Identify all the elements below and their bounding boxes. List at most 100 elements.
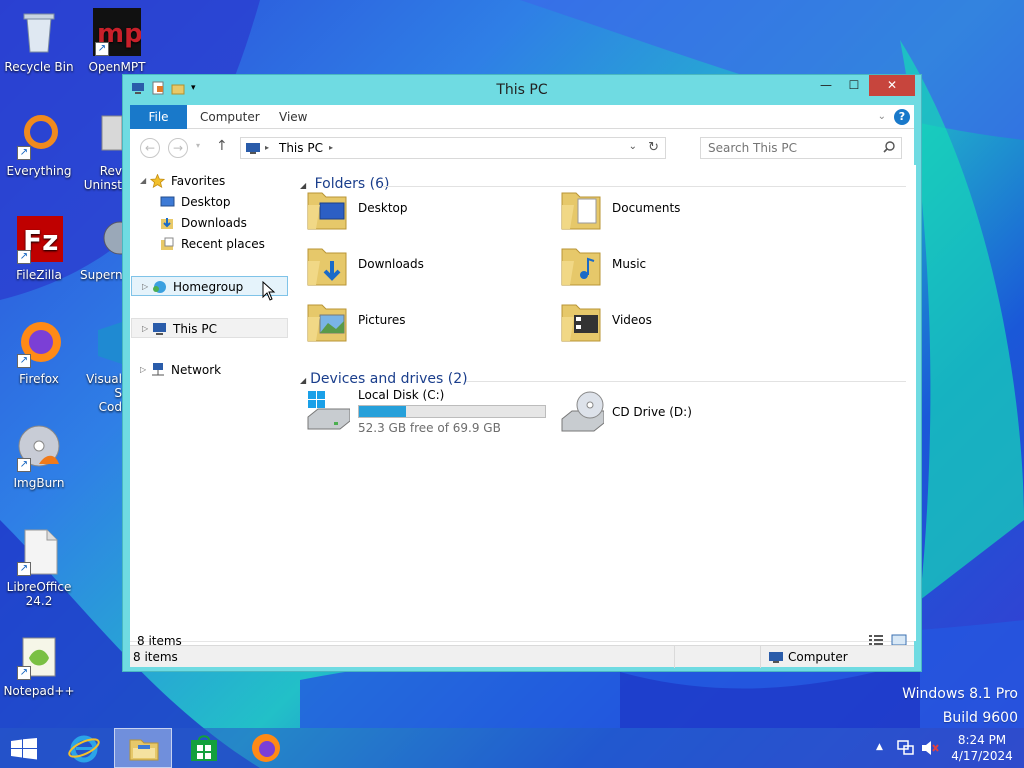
title-bar[interactable]: ▾ This PC — ☐ ✕: [123, 75, 921, 105]
show-hidden-icons-icon[interactable]: ▲: [876, 742, 883, 752]
drive-usage-bar: [358, 405, 546, 418]
group-header-devices[interactable]: ◢ Devices and drives (2): [300, 371, 468, 387]
search-box[interactable]: [700, 137, 902, 159]
mouse-cursor-icon: [262, 281, 276, 301]
drive-name: CD Drive (D:): [612, 405, 692, 419]
clock-time: 8:24 PM: [957, 733, 1007, 747]
shortcut-arrow-icon: ↗: [17, 458, 31, 472]
imgburn-icon: ↗: [15, 424, 63, 472]
folder-tile-desktop[interactable]: Desktop: [306, 185, 546, 237]
volume-muted-icon[interactable]: [921, 740, 939, 759]
status-bar: 8 items Computer: [130, 645, 914, 668]
desktop-icon-filezilla[interactable]: Fz ↗ FileZilla: [1, 216, 77, 282]
pictures-folder-icon: [307, 304, 347, 342]
this-pc-icon: [245, 142, 261, 158]
taskbar-internet-explorer[interactable]: [56, 728, 112, 768]
tab-file[interactable]: File: [130, 105, 187, 129]
everything-icon: ↗: [15, 112, 63, 160]
status-divider: [674, 646, 675, 668]
collapse-arrow-icon[interactable]: ◢: [140, 171, 146, 191]
this-pc-icon: [152, 322, 167, 336]
desktop-icon-supernova[interactable]: Supern: [80, 216, 122, 282]
nav-recent-places[interactable]: Recent places: [130, 234, 287, 254]
nav-desktop[interactable]: Desktop: [130, 192, 287, 212]
tab-computer[interactable]: Computer: [200, 105, 260, 129]
explorer-window: ▾ This PC — ☐ ✕ File Computer View ⌄ ? ←…: [122, 74, 922, 672]
recent-locations-icon[interactable]: ▾: [196, 141, 200, 150]
shortcut-arrow-icon: ↗: [95, 42, 109, 56]
desktop-icon-libreoffice[interactable]: ↗ LibreOffice 24.2: [1, 528, 77, 608]
breadcrumb-chevron-icon[interactable]: ▸: [329, 143, 333, 152]
vscode-icon: [94, 320, 122, 368]
file-explorer-icon: [129, 739, 159, 761]
folder-tile-music[interactable]: Music: [560, 241, 800, 293]
desktop-icon-revo[interactable]: Rev Uninst: [80, 112, 122, 192]
filezilla-icon: Fz ↗: [15, 216, 63, 264]
nav-network[interactable]: ▷ Network: [130, 360, 287, 380]
desktop-icon-openmpt[interactable]: mp ↗ OpenMPT: [79, 8, 155, 74]
homegroup-icon: [152, 280, 167, 294]
start-button[interactable]: [0, 728, 56, 768]
expand-arrow-icon[interactable]: ▷: [142, 319, 148, 339]
desktop-folder-icon: [307, 192, 347, 230]
recent-places-icon: [160, 237, 175, 251]
firefox-icon: [252, 734, 280, 762]
folder-tile-pictures[interactable]: Pictures: [306, 297, 546, 349]
expand-arrow-icon[interactable]: ▷: [142, 277, 148, 297]
address-dropdown-icon[interactable]: ⌄: [629, 141, 637, 152]
folder-tile-videos[interactable]: Videos: [560, 297, 800, 349]
drive-name: Local Disk (C:): [358, 388, 445, 402]
clock[interactable]: 8:24 PM 4/17/2024: [946, 732, 1018, 764]
watermark-build: Build 9600: [942, 710, 1018, 726]
drive-tile-cd-drive[interactable]: CD Drive (D:): [560, 389, 800, 441]
videos-folder-icon: [561, 304, 601, 342]
drive-tile-local-disk[interactable]: Local Disk (C:) 52.3 GB free of 69.9 GB: [306, 388, 556, 441]
ribbon: File Computer View ⌄ ?: [130, 105, 914, 129]
downloads-folder-icon: [307, 248, 347, 286]
desktop-icon-everything[interactable]: ↗ Everything: [1, 112, 77, 178]
search-input[interactable]: [708, 139, 878, 157]
ribbon-expand-icon[interactable]: ⌄: [878, 111, 886, 122]
network-tray-icon[interactable]: [896, 740, 914, 759]
breadcrumb-this-pc[interactable]: This PC: [279, 141, 323, 155]
supern-icon: [94, 216, 122, 264]
minimize-button[interactable]: —: [813, 75, 839, 96]
taskbar-firefox[interactable]: [238, 728, 294, 768]
up-button[interactable]: ↑: [216, 138, 228, 154]
shortcut-arrow-icon: ↗: [17, 146, 31, 160]
address-bar[interactable]: ▸ This PC ▸ ⌄ ↻: [240, 137, 666, 159]
status-divider: [760, 646, 761, 668]
openmpt-icon: mp ↗: [93, 8, 143, 56]
nav-favorites[interactable]: ◢ Favorites: [130, 171, 287, 191]
close-button[interactable]: ✕: [869, 75, 915, 96]
maximize-button[interactable]: ☐: [841, 75, 867, 96]
folder-tile-downloads[interactable]: Downloads: [306, 241, 546, 293]
taskbar-store[interactable]: [176, 728, 232, 768]
nav-downloads[interactable]: Downloads: [130, 213, 287, 233]
desktop-icon: [160, 195, 175, 209]
expand-arrow-icon[interactable]: ▷: [140, 360, 146, 380]
collapse-arrow-icon[interactable]: ◢: [300, 376, 306, 385]
notepadpp-icon: ↗: [15, 632, 63, 680]
taskbar-file-explorer[interactable]: [114, 728, 172, 768]
content-pane: ◢ Folders (6) Desktop Documents Downloads M…: [290, 165, 916, 641]
windows-logo-icon: [11, 738, 37, 760]
nav-this-pc[interactable]: ▷ This PC: [131, 318, 288, 338]
help-icon[interactable]: ?: [894, 109, 910, 125]
folder-tile-documents[interactable]: Documents: [560, 185, 800, 237]
libreoffice-icon: ↗: [15, 528, 63, 576]
refresh-icon[interactable]: ↻: [648, 140, 659, 155]
navigation-pane: ◢ Favorites Desktop Downloads Recent pla…: [130, 165, 290, 641]
shortcut-arrow-icon: ↗: [17, 666, 31, 680]
desktop-icon-notepadpp[interactable]: ↗ Notepad++: [1, 632, 77, 698]
back-button[interactable]: ←: [140, 138, 160, 158]
search-icon[interactable]: [883, 141, 895, 156]
desktop-icon-vscode[interactable]: Visual S Cod: [80, 320, 122, 414]
store-icon: [191, 735, 217, 761]
desktop-icon-firefox[interactable]: ↗ Firefox: [1, 320, 77, 386]
status-zone: Computer: [788, 650, 848, 664]
desktop-icon-recycle-bin[interactable]: Recycle Bin: [1, 8, 77, 74]
desktop-icon-imgburn[interactable]: ↗ ImgBurn: [1, 424, 77, 490]
forward-button[interactable]: →: [168, 138, 188, 158]
tab-view[interactable]: View: [279, 105, 307, 129]
